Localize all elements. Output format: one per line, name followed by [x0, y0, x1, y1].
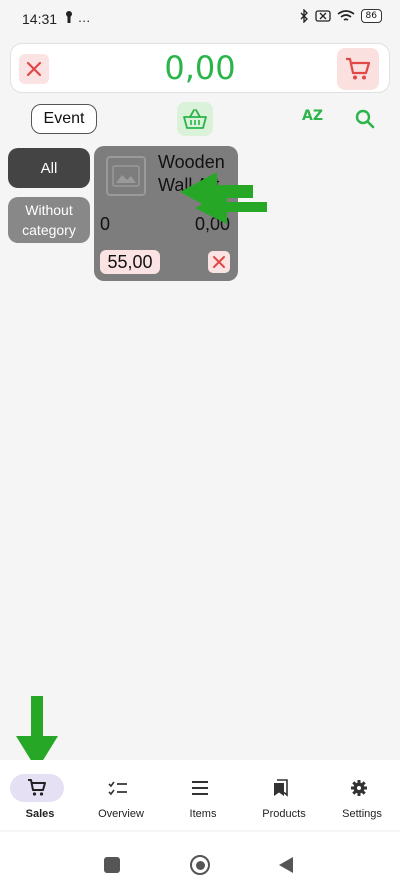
basket-button[interactable] [177, 102, 213, 136]
nav-items-label: Items [189, 808, 217, 820]
nav-sales-label: Sales [25, 808, 55, 820]
image-placeholder-icon [106, 156, 146, 196]
status-right-icons: 86 [299, 9, 382, 23]
basket-icon [183, 109, 207, 129]
sort-az-icon: AZ [302, 108, 323, 124]
total-bar: 0,00 [10, 43, 390, 93]
nav-overview-label: Overview [98, 808, 144, 820]
list-icon [173, 774, 227, 802]
sim-icon [314, 10, 331, 22]
wifi-icon [337, 9, 355, 21]
event-button[interactable]: Event [31, 104, 97, 134]
total-amount: 0,00 [164, 49, 236, 87]
nav-settings[interactable]: Settings [322, 760, 400, 830]
product-price[interactable]: 55,00 [100, 250, 160, 274]
gear-icon [332, 774, 386, 802]
category-without-category[interactable]: Without category [8, 197, 90, 243]
notification-icon [66, 11, 72, 23]
annotation-arrow-left [180, 172, 267, 224]
bottom-navigation: Sales Overview Items Products Settings [0, 760, 400, 830]
nav-products[interactable]: Products [244, 760, 324, 830]
battery-indicator: 86 [360, 9, 382, 23]
sort-az-button[interactable]: AZ [302, 108, 323, 124]
nav-settings-label: Settings [342, 808, 382, 820]
status-time: 14:31 [22, 11, 58, 27]
recents-button[interactable] [104, 857, 120, 873]
search-icon [355, 109, 375, 129]
close-icon [213, 256, 225, 268]
nav-sales[interactable]: Sales [0, 760, 80, 830]
nav-products-label: Products [262, 808, 306, 820]
home-button[interactable] [190, 855, 210, 875]
product-remove-button[interactable] [208, 251, 230, 273]
back-button[interactable] [278, 856, 294, 874]
checklist-icon [91, 774, 145, 802]
bookmark-icon [254, 774, 308, 802]
system-navigation-bar [0, 832, 400, 889]
cart-button[interactable] [337, 48, 379, 90]
status-left-icons: … [64, 10, 91, 25]
cart-icon [10, 774, 64, 802]
nav-overview[interactable]: Overview [81, 760, 161, 830]
search-button[interactable] [353, 107, 377, 131]
nav-items[interactable]: Items [163, 760, 243, 830]
more-notifications: … [77, 10, 91, 25]
bluetooth-icon [300, 9, 308, 23]
category-all[interactable]: All [8, 148, 90, 188]
product-stock: 0 [100, 214, 111, 234]
cart-icon [346, 57, 371, 80]
status-bar: 14:31 … 86 [0, 0, 400, 40]
